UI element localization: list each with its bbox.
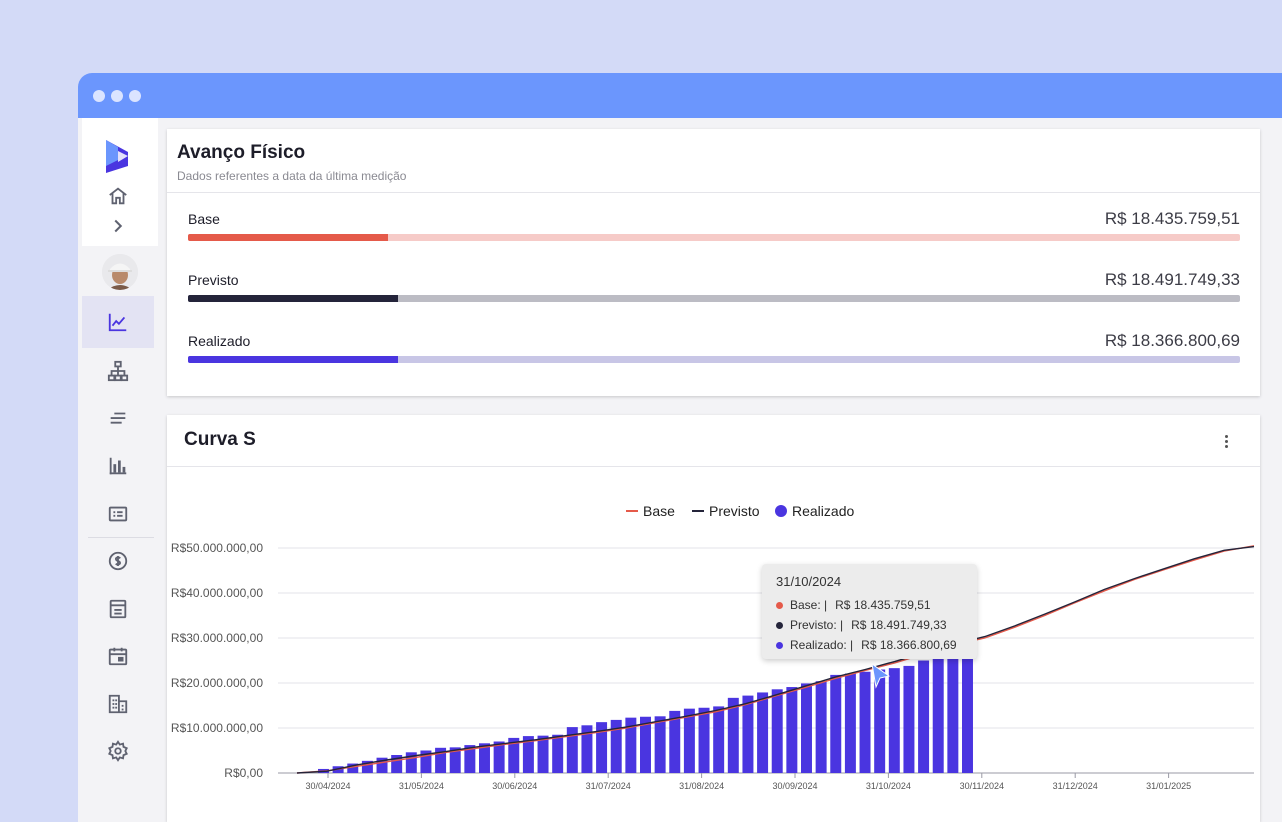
x-tick-label: 31/12/2024 <box>1053 781 1098 791</box>
tooltip-dot <box>776 601 783 609</box>
x-tick-label: 30/04/2024 <box>305 781 350 791</box>
curva-s-chart: R$0,00 R$10.000.000,00 R$20.000.000,00 R$30… <box>171 503 1255 791</box>
tooltip-dot <box>776 621 783 629</box>
realizado-bar <box>815 681 827 773</box>
realizado-bar <box>786 687 798 773</box>
tooltip-dot <box>776 641 783 649</box>
x-tick-label: 31/05/2024 <box>399 781 444 791</box>
chart-tooltip: 31/10/2024 Base: | R$ 18.435.759,51 Prev… <box>762 564 977 659</box>
tooltip-value: R$ 18.491.749,33 <box>851 618 947 632</box>
y-tick-label: R$10.000.000,00 <box>171 721 263 735</box>
y-tick-label: R$50.000.000,00 <box>171 541 263 555</box>
realizado-bar <box>683 708 695 773</box>
tooltip-row-base: Base: | R$ 18.435.759,51 <box>776 595 963 615</box>
realizado-bar <box>962 653 973 773</box>
realizado-bar <box>757 692 769 773</box>
tooltip-label: Previsto: | <box>790 618 844 632</box>
realizado-bar <box>903 665 915 773</box>
legend-label: Realizado <box>792 503 854 519</box>
x-tick-label: 30/06/2024 <box>492 781 537 791</box>
realizado-bar <box>844 673 856 773</box>
y-tick-label: R$0,00 <box>224 766 263 780</box>
realizado-bar <box>947 655 959 773</box>
tooltip-row-previsto: Previsto: | R$ 18.491.749,33 <box>776 615 963 635</box>
realizado-bar <box>742 695 754 773</box>
realizado-bar <box>801 683 812 773</box>
y-tick-label: R$40.000.000,00 <box>171 586 263 600</box>
tooltip-row-realizado: Realizado: | R$ 18.366.800,69 <box>776 635 963 655</box>
realizado-bar <box>698 707 710 773</box>
realizado-bar <box>537 735 549 773</box>
x-tick-label: 31/07/2024 <box>586 781 631 791</box>
legend-label: Previsto <box>709 503 760 519</box>
realizado-bar <box>888 668 900 773</box>
realizado-bar <box>830 674 842 773</box>
legend-swatch <box>775 505 787 517</box>
realizado-bar <box>654 716 666 773</box>
tooltip-value: R$ 18.435.759,51 <box>835 598 931 612</box>
tooltip-label: Realizado: | <box>790 638 854 652</box>
legend-label: Base <box>643 503 675 519</box>
realizado-bar <box>859 671 871 773</box>
realizado-bar <box>713 706 725 773</box>
x-tick-label: 30/09/2024 <box>772 781 817 791</box>
tooltip-date: 31/10/2024 <box>776 574 842 589</box>
y-tick-label: R$30.000.000,00 <box>171 631 263 645</box>
x-tick-label: 31/08/2024 <box>679 781 724 791</box>
tooltip-value: R$ 18.366.800,69 <box>861 638 957 652</box>
y-tick-label: R$20.000.000,00 <box>171 676 263 690</box>
realizado-bar <box>552 734 564 773</box>
x-tick-label: 31/01/2025 <box>1146 781 1191 791</box>
x-tick-label: 31/10/2024 <box>866 781 911 791</box>
x-tick-label: 30/11/2024 <box>960 781 1004 791</box>
realizado-bar <box>918 660 930 773</box>
realizado-bar <box>932 657 944 773</box>
realizado-bar <box>771 689 783 773</box>
tooltip-label: Base: | <box>790 598 828 612</box>
